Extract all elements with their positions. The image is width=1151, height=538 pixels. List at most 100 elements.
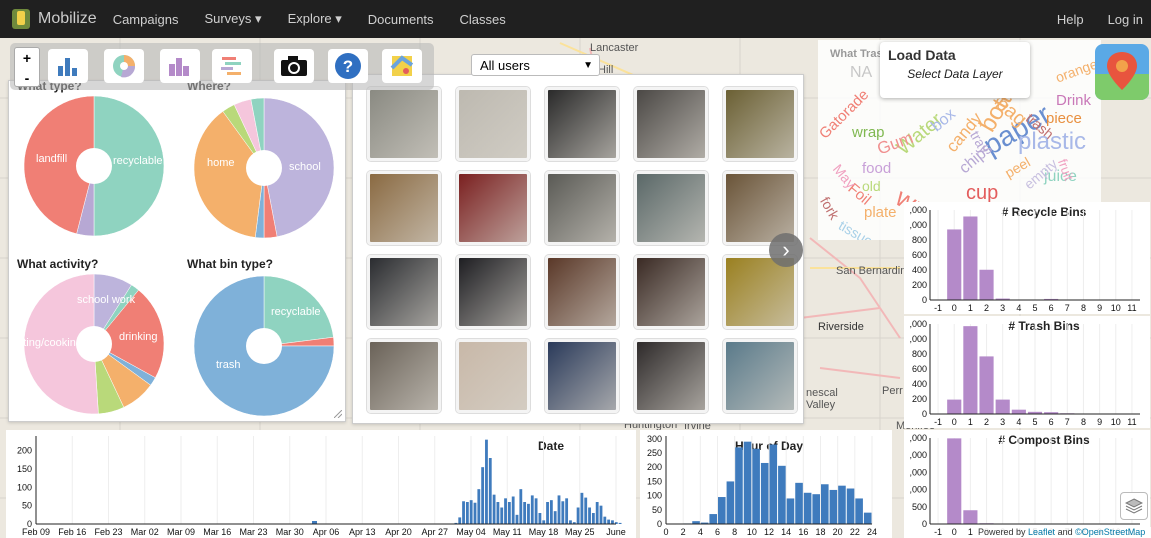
chart-bar[interactable] (527, 503, 530, 524)
photo-thumbnail[interactable] (634, 87, 708, 161)
word-cloud-word[interactable]: food (862, 160, 891, 177)
chart-bar[interactable] (718, 497, 726, 524)
histogram-bar[interactable] (1011, 409, 1026, 414)
chart-bar[interactable] (829, 489, 838, 524)
chart-bar[interactable] (580, 492, 584, 524)
photo-thumbnail[interactable] (545, 339, 619, 413)
photo-thumbnail[interactable] (545, 171, 619, 245)
chart-bar[interactable] (458, 517, 462, 524)
chart-bar[interactable] (786, 498, 795, 524)
leaflet-link[interactable]: Leaflet (1028, 527, 1055, 537)
word-cloud-word[interactable]: plate (864, 204, 897, 221)
photo-thumbnail[interactable] (634, 339, 708, 413)
chart-bar[interactable] (591, 513, 595, 524)
photo-thumbnail[interactable] (456, 339, 530, 413)
photo-thumbnail[interactable] (545, 87, 619, 161)
pie-chart-button[interactable] (104, 49, 144, 83)
histogram-bar[interactable] (995, 399, 1010, 414)
chart-bar[interactable] (599, 505, 603, 524)
chart-bar[interactable] (821, 484, 829, 524)
chart-bar[interactable] (496, 502, 500, 524)
zoom-in-button[interactable]: + (15, 48, 39, 68)
chart-bar[interactable] (795, 482, 803, 524)
histogram-bar[interactable] (963, 326, 978, 414)
chart-bar[interactable] (492, 494, 496, 524)
chart-bar[interactable] (473, 502, 477, 524)
histogram-bar[interactable] (979, 269, 994, 300)
chart-bar[interactable] (561, 501, 565, 524)
chart-bar[interactable] (588, 507, 591, 525)
word-cloud-button[interactable] (212, 49, 252, 83)
chart-bar[interactable] (462, 501, 465, 524)
photo-thumbnail[interactable] (634, 171, 708, 245)
resize-handle-icon[interactable] (334, 410, 342, 418)
chart-bar[interactable] (743, 441, 752, 524)
histogram-bar[interactable] (947, 399, 962, 414)
brand[interactable]: Mobilize (12, 9, 97, 29)
chart-bar[interactable] (549, 500, 553, 524)
chart-bar[interactable] (534, 498, 538, 524)
chart-bar[interactable] (504, 498, 507, 524)
nav-explore[interactable]: Explore ▾ (288, 11, 342, 27)
chart-bar[interactable] (812, 494, 820, 524)
next-photos-button[interactable]: › (769, 233, 803, 267)
load-data-panel[interactable]: Load Data Select Data Layer (880, 42, 1030, 98)
nav-classes[interactable]: Classes (460, 12, 506, 27)
word-cloud-word[interactable]: old (862, 178, 881, 194)
chart-bar[interactable] (803, 492, 812, 524)
chart-bar[interactable] (595, 502, 599, 524)
chart-bar[interactable] (607, 519, 611, 524)
chart-bar[interactable] (855, 498, 863, 524)
photo-thumbnail[interactable] (723, 87, 797, 161)
chart-bar[interactable] (557, 495, 561, 524)
chart-bar[interactable] (538, 513, 542, 524)
chart-bar[interactable] (569, 520, 572, 524)
word-cloud-word[interactable]: wrap (852, 124, 885, 141)
bar-chart-button[interactable] (48, 49, 88, 83)
chart-bar[interactable] (618, 522, 622, 524)
chart-bar[interactable] (511, 496, 515, 525)
chart-bar[interactable] (465, 502, 469, 524)
photo-thumbnail[interactable] (456, 255, 530, 329)
user-select[interactable]: All users ▼ (471, 54, 600, 76)
chart-bar[interactable] (838, 485, 846, 524)
word-cloud-word[interactable]: NA (850, 64, 872, 82)
chart-bar[interactable] (584, 497, 588, 524)
chart-bar[interactable] (603, 516, 607, 524)
nav-surveys[interactable]: Surveys ▾ (204, 11, 261, 27)
chart-bar[interactable] (477, 489, 481, 524)
chart-bar[interactable] (735, 447, 743, 524)
photo-thumbnail[interactable] (456, 171, 530, 245)
chart-bar[interactable] (565, 498, 569, 524)
map-pin-button[interactable] (1095, 44, 1149, 100)
chart-bar[interactable] (546, 502, 549, 524)
chart-bar[interactable] (863, 512, 872, 524)
chart-bar[interactable] (611, 520, 614, 524)
word-cloud-word[interactable]: fork (818, 194, 843, 222)
histogram-button[interactable] (160, 49, 200, 83)
photo-thumbnail[interactable] (634, 255, 708, 329)
histogram-bar[interactable] (963, 216, 978, 300)
word-cloud-word[interactable]: Drink (1056, 92, 1091, 109)
chart-bar[interactable] (507, 502, 511, 524)
chart-bar[interactable] (519, 489, 523, 524)
photo-thumbnail[interactable] (367, 87, 441, 161)
chart-bar[interactable] (523, 502, 527, 524)
nav-campaigns[interactable]: Campaigns (113, 12, 179, 27)
chart-bar[interactable] (481, 467, 485, 524)
chart-bar[interactable] (515, 514, 519, 524)
nav-help[interactable]: Help (1057, 12, 1084, 27)
map-layer-button[interactable] (382, 49, 422, 83)
camera-button[interactable] (274, 49, 314, 83)
word-cloud-word[interactable]: orange (1053, 56, 1099, 86)
chart-bar[interactable] (778, 465, 786, 524)
chart-bar[interactable] (726, 481, 735, 524)
layers-button[interactable] (1120, 492, 1148, 520)
chart-bar[interactable] (553, 511, 557, 524)
chart-bar[interactable] (542, 520, 546, 524)
nav-login[interactable]: Log in (1108, 12, 1143, 27)
chart-bar[interactable] (485, 439, 488, 524)
photo-thumbnail[interactable] (367, 339, 441, 413)
chart-bar[interactable] (709, 514, 717, 524)
help-button[interactable]: ? (328, 49, 368, 83)
